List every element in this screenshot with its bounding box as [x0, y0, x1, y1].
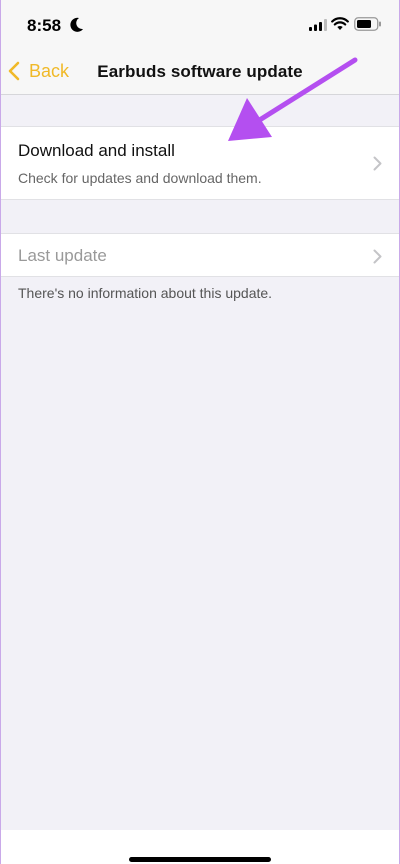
home-indicator[interactable]: [129, 857, 271, 862]
last-update-row[interactable]: Last update: [0, 233, 400, 277]
chevron-right-icon: [373, 249, 382, 264]
last-update-note: There's no information about this update…: [18, 285, 273, 301]
annotation-arrow-icon: [228, 57, 358, 141]
last-update-title: Last update: [18, 246, 107, 265]
